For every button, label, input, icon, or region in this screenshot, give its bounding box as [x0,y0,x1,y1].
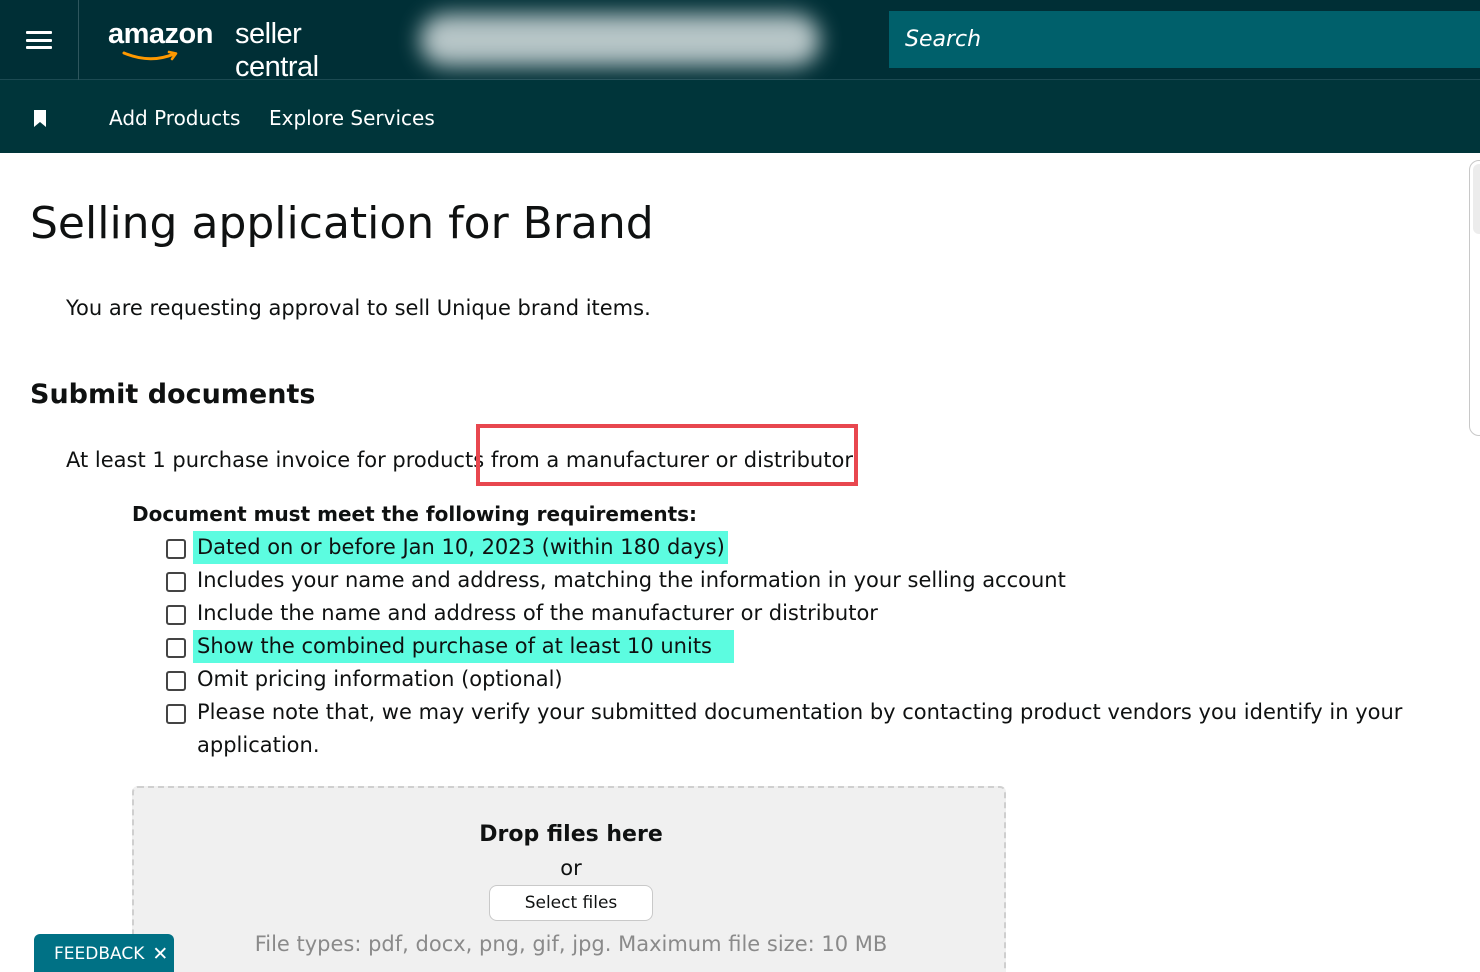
file-drop-zone[interactable]: Drop files here or Select files File typ… [132,786,1006,972]
requirements-heading: Document must meet the following require… [132,502,698,526]
requirement-item: Please note that, we may verify your sub… [166,700,1407,762]
intro-text: You are requesting approval to sell Uniq… [66,296,651,320]
requirement-checkbox[interactable] [166,572,186,592]
requirement-checkbox[interactable] [166,539,186,559]
requirement-item: Omit pricing information (optional) [166,667,563,696]
seller-central-logo[interactable]: amazon seller central [108,16,378,83]
requirement-text: Include the name and address of the manu… [197,601,878,625]
requirement-text: Includes your name and address, matching… [197,568,1066,592]
amazon-smile-icon [122,50,178,61]
requirement-item: Show the combined purchase of at least 1… [166,630,734,663]
invoice-prefix: At least 1 purchase invoice for products [66,448,485,472]
requirement-text: Please note that, we may verify your sub… [197,700,1403,757]
scrollbar-thumb[interactable] [1473,164,1480,234]
feedback-label: FEEDBACK [54,944,145,964]
select-files-button[interactable]: Select files [489,885,653,921]
annotation-red-box [476,424,858,486]
drop-zone-title: Drop files here [479,822,663,847]
logo-amazon-word: amazon [108,18,213,50]
requirement-checkbox[interactable] [166,704,186,724]
nav-add-products[interactable]: Add Products [109,106,240,130]
requirement-item: Include the name and address of the manu… [166,601,878,630]
top-bar: amazon seller central Search [0,0,1480,83]
search-placeholder: Search [905,27,982,52]
requirement-checkbox[interactable] [166,671,186,691]
page-title: Selling application for Brand [30,198,654,249]
logo-seller-central-word: seller central [235,18,319,83]
hamburger-menu-icon [26,31,52,49]
search-input[interactable]: Search [889,11,1480,68]
bookmark-icon[interactable] [33,110,47,127]
nav-bar: Add Products Explore Services [0,80,1480,153]
section-title: Submit documents [30,379,316,410]
drop-zone-or: or [560,856,582,880]
blurred-account-info [420,14,820,66]
hamburger-menu-button[interactable] [0,0,79,80]
requirement-text: Omit pricing information (optional) [197,667,563,691]
requirement-item: Includes your name and address, matching… [166,568,1066,597]
file-types-note: File types: pdf, docx, png, gif, jpg. Ma… [254,932,888,956]
requirement-checkbox[interactable] [166,638,186,658]
requirement-item: Dated on or before Jan 10, 2023 (within … [166,531,728,564]
scrollbar[interactable] [1469,160,1480,436]
requirement-text: Show the combined purchase of at least 1… [193,630,734,663]
feedback-button[interactable]: FEEDBACK ✕ [34,934,174,972]
nav-explore-services[interactable]: Explore Services [269,106,435,130]
requirement-checkbox[interactable] [166,605,186,625]
close-icon[interactable]: ✕ [152,944,168,964]
requirement-text: Dated on or before Jan 10, 2023 (within … [193,531,728,564]
